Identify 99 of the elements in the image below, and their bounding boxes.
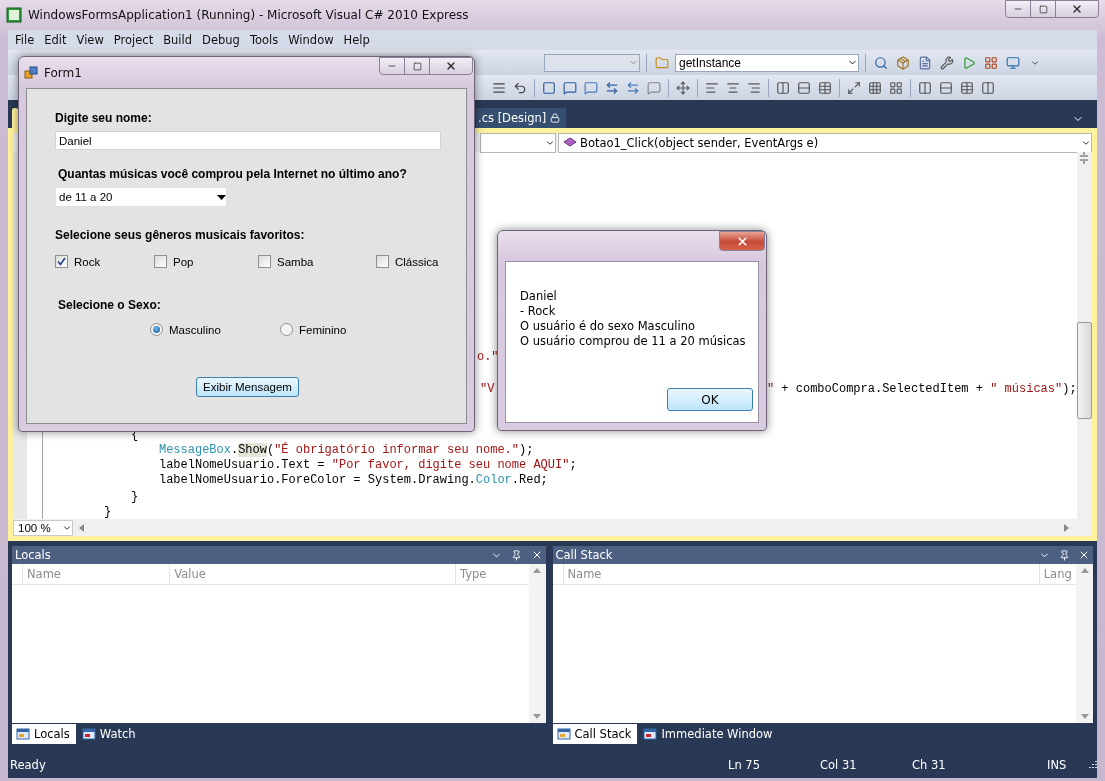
scroll-left-icon[interactable]: [79, 523, 85, 532]
maximize-icon: [412, 61, 422, 71]
menu-item[interactable]: Edit: [39, 33, 72, 47]
sex-label: Selecione o Sexo:: [58, 298, 161, 312]
vertical-scrollbar[interactable]: [1076, 564, 1093, 723]
app-icon: [6, 7, 22, 23]
close-icon: [445, 60, 457, 72]
window-icon: [643, 727, 658, 741]
code-line: }: [130, 490, 139, 505]
column-header[interactable]: Type: [454, 564, 529, 584]
document-tab[interactable]: .cs [Design]: [476, 108, 567, 128]
name-field[interactable]: Daniel: [55, 131, 441, 150]
type-combo[interactable]: [480, 133, 556, 153]
status-column: Col 31: [820, 758, 912, 772]
status-text: Ready: [10, 758, 47, 772]
checkbox[interactable]: [154, 255, 167, 268]
radio-button[interactable]: [280, 323, 293, 336]
purchase-label: Quantas músicas você comprou pela Internet no último ano?: [58, 167, 407, 181]
menu-item[interactable]: File: [10, 33, 40, 47]
window-icon: [556, 727, 571, 741]
menu-item[interactable]: Build: [158, 33, 198, 47]
vertical-scrollbar[interactable]: [528, 564, 546, 723]
menu-item[interactable]: Window: [283, 33, 339, 47]
panel-tab[interactable]: Locals: [12, 724, 76, 744]
code-line: labelNomeUsuario.Text = "Por favor, digite seu nome AQUI";: [158, 458, 577, 473]
menu-item[interactable]: View: [71, 33, 109, 47]
close-button[interactable]: [1055, 0, 1099, 18]
caret-icon: [217, 194, 226, 200]
minimize-button[interactable]: [379, 57, 405, 75]
menu-item[interactable]: Tools: [244, 33, 284, 47]
check-icon: [57, 257, 66, 266]
window-icon: [81, 727, 96, 741]
scroll-down-icon: [533, 714, 541, 719]
zoom-combo[interactable]: 100 %: [13, 519, 73, 536]
split-icon[interactable]: [1079, 152, 1090, 164]
resize-grip-icon[interactable]: [1087, 760, 1097, 770]
show-message-button[interactable]: Exibir Mensagem: [196, 377, 299, 397]
solution-combo[interactable]: [544, 53, 640, 72]
window-title: WindowsFormsApplication1 (Running) - Microsoft Visual C# 2010 Express: [28, 8, 469, 22]
scroll-right-icon[interactable]: [1064, 523, 1070, 532]
code-line: o.": [476, 350, 499, 365]
scroll-thumb[interactable]: [1076, 322, 1092, 419]
radio-label: Feminino: [299, 323, 347, 336]
panel-tab[interactable]: Watch: [77, 724, 142, 744]
close-button[interactable]: [429, 57, 473, 75]
message-text: O usuário comprou de 11 a 20 músicas: [520, 334, 747, 349]
vertical-scrollbar[interactable]: [1076, 152, 1092, 519]
message-text: O usuário é do sexo Masculino: [520, 319, 696, 334]
form-title: Form1: [44, 65, 82, 80]
menu-item[interactable]: Debug: [197, 33, 245, 47]
lock-icon: [550, 113, 561, 123]
member-combo[interactable]: Botao1_Click(object sender, EventArgs e): [558, 133, 1092, 153]
checkbox-label: Clássica: [395, 255, 439, 268]
message-text: Daniel: [520, 289, 558, 304]
maximize-button[interactable]: [404, 57, 430, 75]
purchase-combo[interactable]: de 11 a 20: [55, 187, 227, 207]
code-line: " + comboCompra.SelectedItem + " músicas");: [766, 382, 1077, 397]
checkbox[interactable]: [258, 255, 271, 268]
scroll-up-icon: [533, 568, 541, 573]
genres-label: Selecione seus gêneros musicais favoritos:: [55, 228, 305, 242]
active-document-tab[interactable]: [12, 108, 18, 128]
code-line: "V: [479, 382, 495, 397]
minimize-button[interactable]: [1005, 0, 1031, 18]
checkbox[interactable]: [376, 255, 389, 268]
code-line: }: [103, 505, 112, 520]
code-line: labelNomeUsuario.ForeColor = System.Drawing.Color.Red;: [158, 473, 548, 488]
checkbox-label: Rock: [74, 255, 101, 268]
checkbox-label: Pop: [173, 255, 194, 268]
menu-item[interactable]: Help: [338, 33, 375, 47]
maximize-icon: [1038, 4, 1048, 14]
panel-tab[interactable]: Call Stack: [552, 724, 638, 744]
column-header[interactable]: Name: [22, 564, 170, 584]
status-char: Ch 31: [912, 758, 947, 772]
close-button[interactable]: [719, 231, 765, 251]
status-mode: INS: [1047, 758, 1068, 772]
menu-item[interactable]: Project: [108, 33, 159, 47]
radio-button[interactable]: [150, 323, 163, 336]
ok-button[interactable]: OK: [667, 388, 753, 411]
close-icon: [1071, 3, 1083, 15]
message-text: - Rock: [520, 304, 557, 319]
code-line: MessageBox.Show("É obrigatório informar seu nome.");: [158, 443, 534, 458]
wrench-icon[interactable]: [938, 53, 956, 72]
form-icon: [24, 65, 38, 80]
panel-title: Call Stack: [555, 548, 614, 562]
panel-title: Locals: [15, 548, 52, 562]
caret-icon: [1081, 138, 1091, 148]
scroll-down-icon: [1080, 714, 1089, 719]
scroll-up-icon: [1080, 568, 1089, 573]
caret-icon: [545, 138, 555, 148]
checkbox[interactable]: [55, 255, 68, 268]
status-line: Ln 75: [728, 758, 761, 772]
member-combo[interactable]: getInstance: [675, 53, 859, 72]
window-icon: [16, 727, 30, 741]
radio-label: Masculino: [169, 323, 221, 336]
name-label: Digite seu nome:: [55, 111, 152, 125]
checkbox-label: Samba: [277, 255, 314, 268]
close-icon: [735, 234, 749, 248]
panel-tab[interactable]: Immediate Window: [639, 724, 779, 744]
maximize-button[interactable]: [1030, 0, 1056, 18]
